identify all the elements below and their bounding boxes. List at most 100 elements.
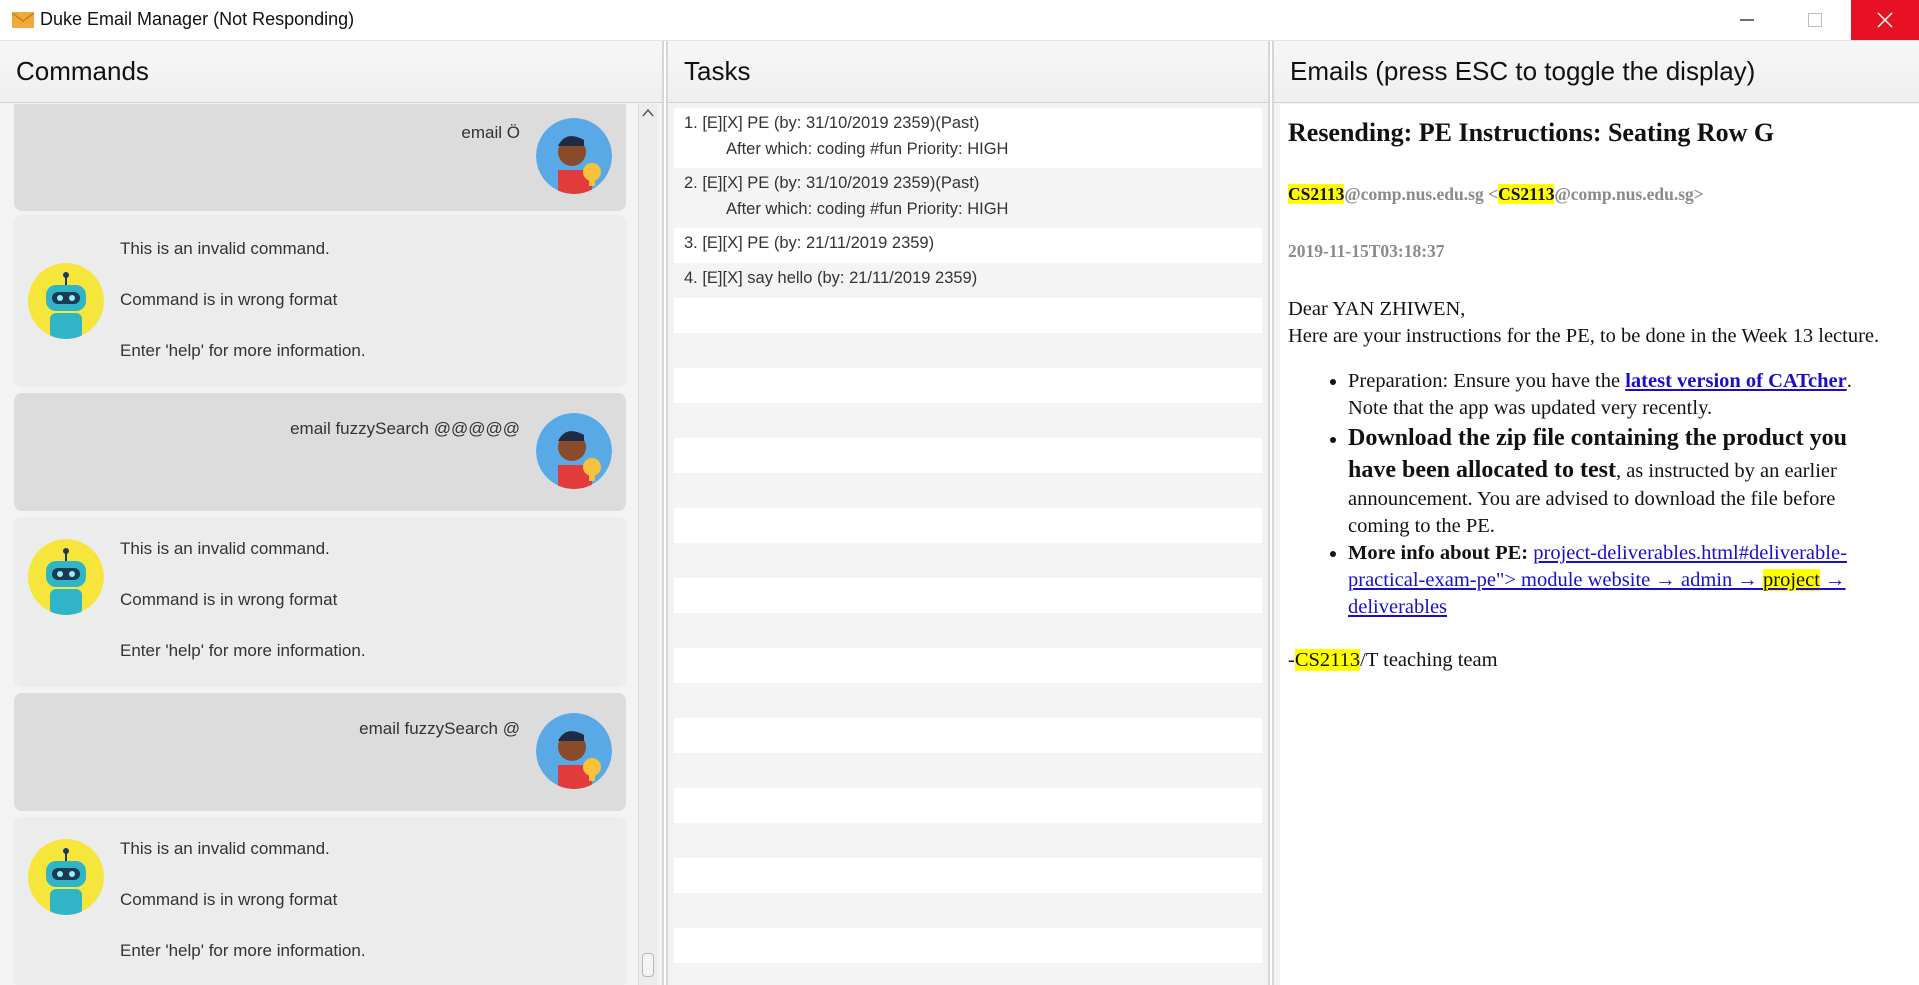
empty-row — [674, 753, 1262, 788]
user-message: email Ö — [14, 104, 626, 211]
empty-row — [674, 613, 1262, 648]
email-bullet: Preparation: Ensure you have the latest … — [1348, 368, 1888, 422]
close-button[interactable] — [1851, 0, 1919, 40]
bot-message: This is an invalid command. Command is i… — [14, 817, 626, 985]
empty-row — [674, 893, 1262, 928]
task-detail: After which: coding #fun Priority: HIGH — [726, 140, 1009, 158]
chat-list[interactable]: email Ö This is an invalid command. Comm… — [14, 104, 626, 985]
bot-line: This is an invalid command. — [120, 539, 330, 558]
task-list[interactable]: 1. [E][X] PE (by: 31/10/2019 2359)(Past)… — [674, 108, 1262, 985]
emails-body: Resending: PE Instructions: Seating Row … — [1274, 104, 1919, 985]
task-title: 3. [E][X] PE (by: 21/11/2019 2359) — [684, 234, 935, 252]
email-view[interactable]: Resending: PE Instructions: Seating Row … — [1280, 104, 1919, 985]
empty-row — [674, 333, 1262, 368]
minimize-icon — [1740, 19, 1754, 21]
bot-line: Enter 'help' for more information. — [120, 641, 366, 660]
user-message-text: email fuzzySearch @ — [359, 719, 520, 738]
empty-row — [674, 543, 1262, 578]
maximize-button[interactable] — [1781, 0, 1849, 40]
task-row[interactable]: 2. [E][X] PE (by: 31/10/2019 2359)(Past)… — [674, 168, 1262, 228]
email-greeting: Dear YAN ZHIWEN, — [1288, 298, 1466, 320]
tasks-pane: Tasks 1. [E][X] PE (by: 31/10/2019 2359)… — [666, 41, 1270, 985]
empty-row — [674, 648, 1262, 683]
robot-avatar-icon — [28, 263, 104, 339]
empty-row — [674, 963, 1262, 985]
title-bar: Duke Email Manager (Not Responding) — [0, 0, 1919, 41]
email-intro: Here are your instructions for the PE, t… — [1288, 325, 1880, 347]
empty-row — [674, 683, 1262, 718]
catcher-link[interactable]: latest version of CATcher — [1625, 370, 1846, 392]
task-row[interactable]: 4. [E][X] say hello (by: 21/11/2019 2359… — [674, 263, 1262, 298]
task-detail: After which: coding #fun Priority: HIGH — [726, 200, 1009, 218]
bot-line: This is an invalid command. — [120, 839, 330, 858]
commands-body: email Ö This is an invalid command. Comm… — [0, 104, 662, 985]
email-body: Dear YAN ZHIWEN, Here are your instructi… — [1288, 296, 1888, 674]
empty-row — [674, 928, 1262, 963]
search-highlight: project — [1763, 569, 1820, 591]
email-date: 2019-11-15T03:18:37 — [1288, 241, 1445, 261]
empty-row — [674, 508, 1262, 543]
empty-row — [674, 298, 1262, 333]
search-highlight: CS2113 — [1288, 184, 1345, 204]
bot-line: Enter 'help' for more information. — [120, 941, 366, 960]
bot-message: This is an invalid command. Command is i… — [14, 517, 626, 687]
search-highlight: CS2113 — [1294, 649, 1361, 671]
email-bullet-list: Preparation: Ensure you have the latest … — [1288, 368, 1888, 621]
bullet-bold-text: More info about PE: — [1348, 542, 1534, 564]
task-row[interactable]: 1. [E][X] PE (by: 31/10/2019 2359)(Past)… — [674, 108, 1262, 168]
user-message: email fuzzySearch @@@@@ — [14, 393, 626, 511]
email-sender: CS2113@comp.nus.edu.sg <CS2113@comp.nus.… — [1288, 184, 1704, 205]
robot-avatar-icon — [28, 539, 104, 615]
bot-line: Command is in wrong format — [120, 590, 338, 609]
bot-line: Command is in wrong format — [120, 290, 338, 309]
user-avatar-icon — [536, 413, 612, 489]
empty-row — [674, 368, 1262, 403]
signoff-text: - — [1288, 649, 1295, 671]
search-highlight: CS2113 — [1498, 184, 1555, 204]
empty-row — [674, 858, 1262, 893]
minimize-button[interactable] — [1713, 0, 1781, 40]
window-title: Duke Email Manager (Not Responding) — [40, 9, 355, 29]
user-avatar-icon — [536, 713, 612, 789]
tasks-body: 1. [E][X] PE (by: 31/10/2019 2359)(Past)… — [668, 104, 1268, 985]
commands-header: Commands — [0, 41, 662, 103]
sender-text: @comp.nus.edu.sg < — [1344, 184, 1499, 204]
email-subject: Resending: PE Instructions: Seating Row … — [1288, 118, 1775, 147]
email-signoff: -CS2113/T teaching team — [1288, 647, 1888, 674]
empty-row — [674, 788, 1262, 823]
empty-row — [674, 718, 1262, 753]
commands-pane: Commands email Ö This is an invalid comm… — [0, 41, 664, 985]
tasks-header: Tasks — [668, 41, 1268, 103]
empty-row — [674, 823, 1262, 858]
maximize-icon — [1808, 13, 1822, 27]
empty-row — [674, 578, 1262, 613]
bullet-text: Preparation: Ensure you have the — [1348, 370, 1626, 392]
task-title: 4. [E][X] say hello (by: 21/11/2019 2359… — [684, 269, 978, 287]
email-bullet: More info about PE: project-deliverables… — [1348, 540, 1888, 621]
user-message: email fuzzySearch @ — [14, 693, 626, 811]
scrollbar-thumb[interactable] — [642, 953, 654, 977]
signoff-text: /T teaching team — [1360, 649, 1498, 671]
robot-avatar-icon — [28, 839, 104, 915]
emails-pane: Emails (press ESC to toggle the display)… — [1272, 41, 1919, 985]
bot-line: This is an invalid command. — [120, 239, 330, 258]
user-message-text: email fuzzySearch @@@@@ — [290, 419, 520, 438]
sender-text: @comp.nus.edu.sg> — [1554, 184, 1704, 204]
empty-row — [674, 438, 1262, 473]
scroll-up-arrow-icon[interactable] — [642, 108, 654, 118]
empty-row — [674, 473, 1262, 508]
bot-line: Enter 'help' for more information. — [120, 341, 366, 360]
task-title: 1. [E][X] PE (by: 31/10/2019 2359)(Past) — [684, 114, 980, 132]
empty-row — [674, 403, 1262, 438]
close-icon — [1877, 12, 1893, 28]
bot-line: Command is in wrong format — [120, 890, 338, 909]
task-title: 2. [E][X] PE (by: 31/10/2019 2359)(Past) — [684, 174, 980, 192]
envelope-icon — [12, 12, 34, 28]
commands-scrollbar[interactable] — [638, 104, 657, 985]
bot-message: This is an invalid command. Command is i… — [14, 215, 626, 387]
task-row[interactable]: 3. [E][X] PE (by: 21/11/2019 2359) — [674, 228, 1262, 263]
user-message-text: email Ö — [461, 123, 520, 142]
email-bullet: Download the zip file containing the pro… — [1348, 422, 1888, 540]
user-avatar-icon — [536, 118, 612, 194]
emails-header: Emails (press ESC to toggle the display) — [1274, 41, 1919, 103]
